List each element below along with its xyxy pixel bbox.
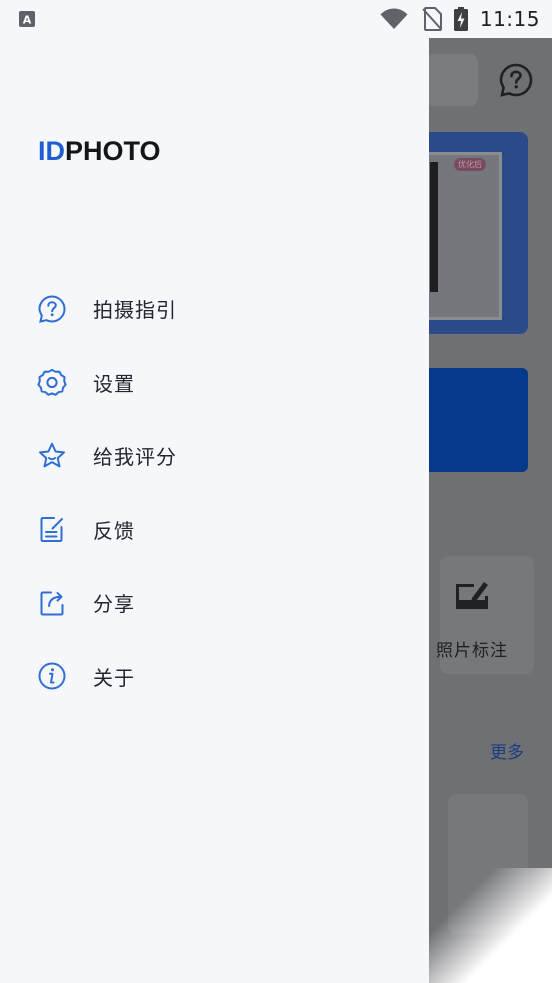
menu-item-feedback[interactable]: 反馈 (0, 493, 429, 567)
menu-item-label: 拍摄指引 (93, 298, 177, 323)
info-icon (37, 661, 67, 691)
menu-item-rate-us[interactable]: 给我评分 (0, 419, 429, 493)
gear-icon (37, 367, 67, 397)
menu-item-label: 分享 (93, 592, 135, 617)
background-blue-card (418, 368, 528, 472)
menu-item-label: 关于 (93, 665, 135, 690)
status-icons: 11:15 (380, 7, 540, 31)
background-tool-label: 照片标注 (436, 641, 508, 661)
photo-annotate-icon (456, 582, 488, 609)
status-bar: A 11:15 (0, 0, 552, 38)
no-sim-icon (422, 7, 442, 31)
background-corner-highlight (420, 868, 552, 983)
menu-item-settings[interactable]: 设置 (0, 346, 429, 420)
menu-item-about[interactable]: 关于 (0, 640, 429, 714)
background-banner: 优化后 (418, 132, 528, 334)
share-icon (37, 588, 67, 618)
menu-item-share[interactable]: 分享 (0, 566, 429, 640)
menu-item-label: 反馈 (93, 518, 135, 543)
background-banner-badge: 优化后 (454, 158, 486, 171)
background-banner-figure (430, 162, 438, 292)
navigation-drawer: IDPHOTO 拍摄指引 设置 给我评分 反馈 分享 关于 (0, 38, 429, 983)
svg-text:A: A (23, 14, 32, 27)
help-bubble-icon (37, 294, 67, 324)
status-time: 11:15 (479, 7, 540, 31)
menu-item-shooting-guide[interactable]: 拍摄指引 (0, 272, 429, 346)
background-search-box (424, 54, 478, 106)
battery-charging-icon (453, 7, 468, 31)
menu-item-label: 设置 (93, 371, 135, 396)
edit-note-icon (37, 514, 67, 544)
menu-item-label: 给我评分 (93, 445, 177, 470)
help-icon (499, 63, 533, 97)
drawer-menu: 拍摄指引 设置 给我评分 反馈 分享 关于 (0, 272, 429, 713)
app-logo: IDPHOTO (38, 136, 161, 166)
wifi-icon (380, 8, 408, 29)
star-icon (37, 441, 67, 471)
background-more-link: 更多 (490, 743, 524, 763)
a-text-icon: A (19, 11, 35, 27)
